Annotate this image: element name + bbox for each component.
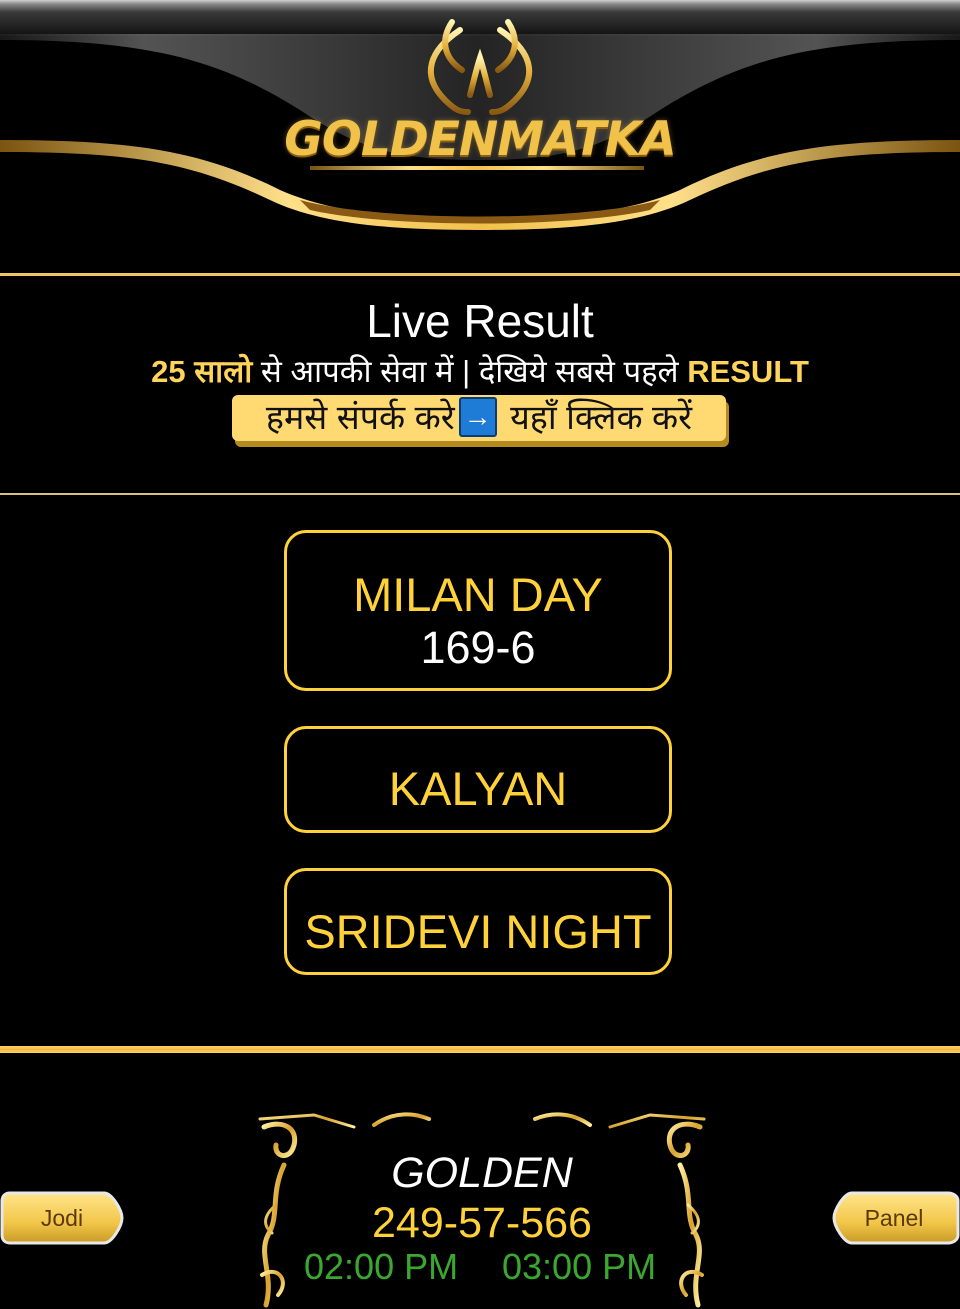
close-time: 03:00 PM — [502, 1246, 657, 1287]
contact-click-label: यहाँ क्लिक करें — [500, 399, 693, 437]
contact-label: हमसे संपर्क करे — [265, 399, 455, 437]
tagline: 25 सालो से आपकी सेवा में | देखिये सबसे प… — [0, 352, 960, 392]
divider-middle — [0, 493, 960, 495]
site-header: GOLDENMATKA — [0, 0, 960, 272]
right-arrow-icon: → — [458, 397, 497, 438]
market-name: KALYAN — [388, 762, 568, 815]
market-card-kalyan[interactable]: KALYAN — [284, 726, 672, 833]
market-result: 169-6 — [420, 622, 536, 673]
panel-label: Panel — [864, 1205, 924, 1231]
tagline-years: 25 सालो — [151, 354, 253, 389]
featured-market-name: GOLDEN — [391, 1149, 573, 1197]
panel-chart-button[interactable]: Panel — [832, 1190, 960, 1246]
live-result-heading: Live Result — [366, 295, 594, 347]
featured-market-result: 249-57-566 — [372, 1199, 592, 1247]
jodi-label: Jodi — [40, 1205, 84, 1231]
market-card-milan-day[interactable]: MILAN DAY 169-6 — [284, 530, 672, 691]
tagline-text: से आपकी सेवा में | देखिये सबसे पहले — [252, 354, 688, 389]
tagline-result: RESULT — [687, 354, 809, 389]
market-name: SRIDEVI NIGHT — [304, 905, 652, 958]
market-card-sridevi-night[interactable]: SRIDEVI NIGHT — [284, 868, 672, 975]
contact-us-button[interactable]: हमसे संपर्क करे → यहाँ क्लिक करें — [232, 395, 726, 441]
open-time: 02:00 PM — [304, 1246, 459, 1287]
jodi-chart-button[interactable]: Jodi — [0, 1190, 124, 1246]
divider-bottom — [0, 1046, 960, 1053]
site-logo[interactable]: GOLDENMATKA — [0, 112, 960, 167]
market-name: MILAN DAY — [353, 568, 603, 621]
divider-top — [0, 273, 960, 276]
